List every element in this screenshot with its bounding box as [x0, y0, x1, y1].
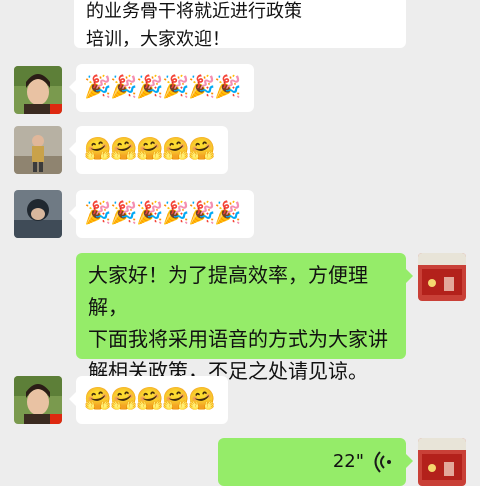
avatar-image — [418, 253, 466, 301]
hugging-face-icon: 🤗 — [188, 137, 216, 162]
hugging-face-icon: 🤗 — [84, 387, 112, 412]
avatar-image — [14, 126, 62, 174]
message-bubble-emoji[interactable]: 🤗 🤗 🤗 🤗 🤗 — [69, 376, 228, 424]
hugging-face-icon: 🤗 — [136, 137, 164, 162]
avatar-woman[interactable] — [14, 66, 62, 114]
party-popper-icon: 🎉 — [136, 201, 164, 226]
party-popper-icon: 🎉 — [188, 75, 216, 100]
party-popper-icon: 🎉 — [136, 75, 164, 100]
avatar-child[interactable] — [14, 126, 62, 174]
party-popper-icon: 🎉 — [110, 75, 138, 100]
flag-icon — [50, 104, 62, 114]
hugging-face-icon: 🤗 — [162, 387, 190, 412]
hugging-face-icon: 🤗 — [84, 137, 112, 162]
avatar-image — [418, 438, 466, 486]
hugging-face-icon: 🤗 — [162, 137, 190, 162]
message-bubble-text-self[interactable]: 大家好！为了提高效率，方便理解， 下面我将采用语音的方式为大家讲 解相关政策，不… — [76, 253, 413, 383]
avatar-woman[interactable] — [14, 376, 62, 424]
party-popper-icon: 🎉 — [110, 201, 138, 226]
message-bubble-emoji[interactable]: 🎉 🎉 🎉 🎉 🎉 🎉 — [69, 64, 254, 112]
party-popper-icon: 🎉 — [162, 75, 190, 100]
hugging-face-icon: 🤗 — [188, 387, 216, 412]
avatar-self[interactable] — [418, 438, 466, 486]
message-text: 大家好！为了提高效率，方便理解， 下面我将采用语音的方式为大家讲 解相关政策，不… — [88, 263, 388, 383]
hugging-face-icon: 🤗 — [110, 387, 138, 412]
flag-icon — [50, 414, 62, 424]
party-popper-icon: 🎉 — [214, 75, 242, 100]
avatar-man[interactable] — [14, 190, 62, 238]
voice-message-bubble[interactable]: 22" — [218, 438, 413, 486]
avatar-self[interactable] — [418, 253, 466, 301]
message-bubble-text[interactable]: 市税务局辖区各税务所和税费服务中心的业务骨干将就近进行政策 培训，大家欢迎！ — [74, 0, 406, 50]
hugging-face-icon: 🤗 — [110, 137, 138, 162]
message-bubble-emoji[interactable]: 🤗 🤗 🤗 🤗 🤗 — [69, 126, 228, 174]
avatar-image — [14, 190, 62, 238]
hugging-face-icon: 🤗 — [136, 387, 164, 412]
message-text: 市税务局辖区各税务所和税费服务中心的业务骨干将就近进行政策 培训，大家欢迎！ — [86, 1, 302, 50]
party-popper-icon: 🎉 — [84, 75, 112, 100]
message-bubble-emoji[interactable]: 🎉 🎉 🎉 🎉 🎉 🎉 — [69, 190, 254, 238]
party-popper-icon: 🎉 — [162, 201, 190, 226]
party-popper-icon: 🎉 — [214, 201, 242, 226]
voice-duration: 22" — [332, 451, 364, 472]
party-popper-icon: 🎉 — [84, 201, 112, 226]
voice-wave-icon — [374, 451, 391, 473]
party-popper-icon: 🎉 — [188, 201, 216, 226]
